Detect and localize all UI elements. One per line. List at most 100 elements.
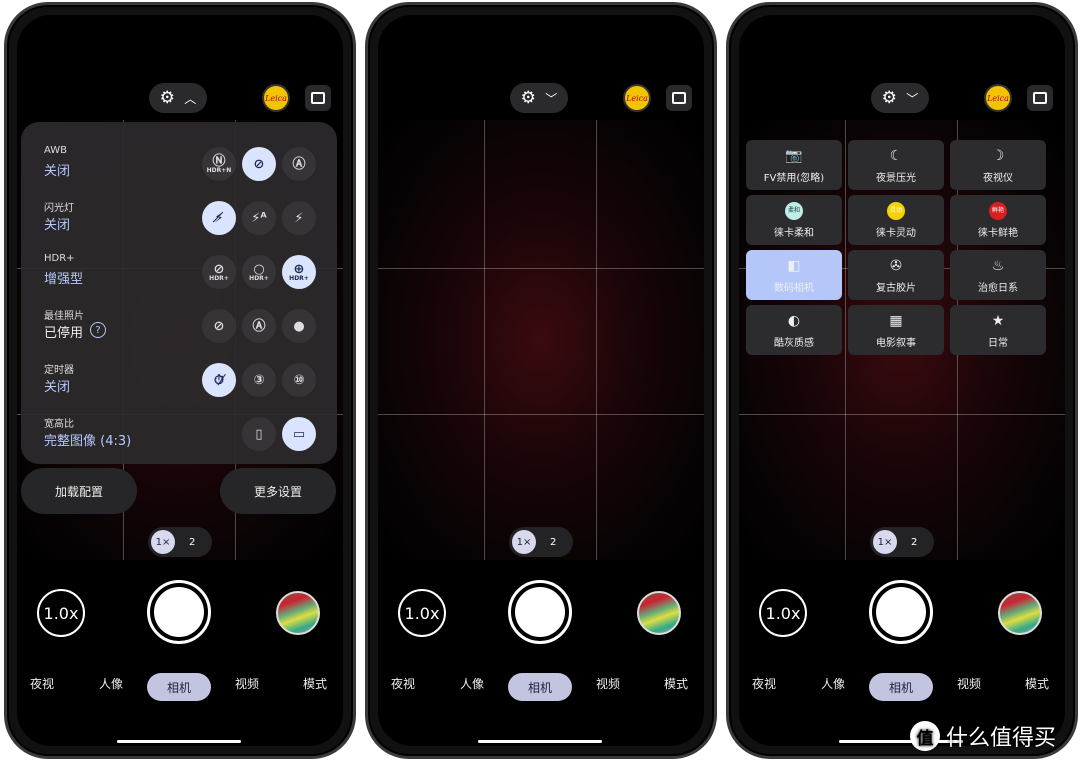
- filter-label: 酷灰质感: [774, 337, 814, 349]
- mode-0[interactable]: 夜视: [30, 675, 54, 692]
- setting-option-3-2[interactable]: ●: [282, 309, 316, 343]
- setting-option-4-2[interactable]: ⑩: [282, 363, 316, 397]
- leica-logo-button[interactable]: Leica: [623, 84, 651, 112]
- mode-3[interactable]: 视频: [957, 675, 981, 692]
- aspect-toggle-icon: [1033, 92, 1047, 104]
- setting-value: 完整图像 (4:3): [44, 434, 132, 449]
- home-indicator[interactable]: [478, 740, 602, 743]
- load-config-button[interactable]: 加载配置: [21, 468, 137, 514]
- mode-0[interactable]: 夜视: [752, 675, 776, 692]
- zoom-2x-button[interactable]: 2: [911, 537, 917, 548]
- shutter-icon: [515, 587, 565, 637]
- settings-toggle-button[interactable]: ⚙ ︿: [149, 83, 207, 113]
- half-circle-icon: ◐: [787, 312, 801, 329]
- filter-tile[interactable]: 灵动 徕卡灵动: [848, 195, 944, 245]
- filter-tile[interactable]: ▦ 电影叙事: [848, 305, 944, 355]
- zoom-level-button[interactable]: 1.0x: [37, 589, 85, 637]
- filter-tile[interactable]: 鲜艳 徕卡鲜艳: [950, 195, 1046, 245]
- zoom-level-button[interactable]: 1.0x: [759, 589, 807, 637]
- setting-option-2-1[interactable]: ○ HDR+: [242, 255, 276, 289]
- setting-option-2-2[interactable]: ⊕ HDR+: [282, 255, 316, 289]
- help-icon[interactable]: ?: [90, 322, 106, 338]
- more-settings-button[interactable]: 更多设置: [220, 468, 336, 514]
- filter-label: 治愈日系: [978, 282, 1018, 294]
- filter-tile[interactable]: ✇ 复古胶片: [848, 250, 944, 300]
- setting-option-3-0[interactable]: ⊘: [202, 309, 236, 343]
- settings-toggle-button[interactable]: ⚙ ﹀: [871, 83, 929, 113]
- setting-option-icon: ⊘: [213, 318, 225, 334]
- shutter-button[interactable]: [147, 580, 211, 644]
- setting-option-4-1[interactable]: ③: [242, 363, 276, 397]
- zoom-1x-button[interactable]: 1×: [873, 530, 897, 554]
- leica-logo-button[interactable]: Leica: [262, 84, 290, 112]
- setting-option-1-0[interactable]: ⚡̸: [202, 201, 236, 235]
- setting-option-1-1[interactable]: ⚡ᴬ: [242, 201, 276, 235]
- setting-value: 关闭: [44, 164, 71, 179]
- leica-soft-icon: 柔和: [785, 201, 803, 220]
- film-strip-icon: ▦: [889, 312, 903, 329]
- aspect-toggle-button[interactable]: [305, 85, 331, 111]
- zoom-2x-button[interactable]: 2: [550, 537, 556, 548]
- setting-option-icon: ○: [253, 261, 265, 277]
- filter-tile[interactable]: ★ 日常: [950, 305, 1046, 355]
- mode-2[interactable]: 相机: [869, 673, 933, 701]
- zoom-selector[interactable]: 1× 2: [148, 527, 212, 557]
- shutter-button[interactable]: [508, 580, 572, 644]
- setting-option-5-0[interactable]: ▯: [242, 417, 276, 451]
- mode-4[interactable]: 模式: [303, 675, 327, 692]
- mode-2[interactable]: 相机: [147, 673, 211, 701]
- zoom-selector[interactable]: 1× 2: [509, 527, 573, 557]
- setting-option-2-0[interactable]: ⊘ HDR+: [202, 255, 236, 289]
- settings-toggle-button[interactable]: ⚙ ﹀: [510, 83, 568, 113]
- filter-tile[interactable]: ◐ 酷灰质感: [746, 305, 842, 355]
- setting-option-0-0[interactable]: Ⓝ HDR+N: [202, 147, 236, 181]
- setting-option-0-1[interactable]: ⊘: [242, 147, 276, 181]
- mode-3[interactable]: 视频: [596, 675, 620, 692]
- zoom-selector[interactable]: 1× 2: [870, 527, 934, 557]
- filter-tile[interactable]: ☾ 夜景压光: [848, 140, 944, 190]
- viewfinder[interactable]: [378, 120, 704, 560]
- chevron-down-icon: ﹀: [906, 91, 919, 106]
- setting-label: AWB: [44, 145, 68, 156]
- mode-2[interactable]: 相机: [508, 673, 572, 701]
- mode-3[interactable]: 视频: [235, 675, 259, 692]
- gallery-thumbnail[interactable]: [637, 591, 681, 635]
- filter-tile[interactable]: ♨ 治愈日系: [950, 250, 1046, 300]
- zoom-level-button[interactable]: 1.0x: [398, 589, 446, 637]
- mode-1[interactable]: 人像: [821, 675, 845, 692]
- filter-tile[interactable]: ◧ 数码相机: [746, 250, 842, 300]
- gear-icon: ⚙: [520, 88, 536, 108]
- filter-tile[interactable]: 柔和 徕卡柔和: [746, 195, 842, 245]
- filter-tile[interactable]: 📷 FV禁用(忽略): [746, 140, 842, 190]
- filter-tile[interactable]: ☽ 夜视仪: [950, 140, 1046, 190]
- setting-option-4-0[interactable]: ⏱̸: [202, 363, 236, 397]
- setting-option-0-2[interactable]: Ⓐ: [282, 147, 316, 181]
- mode-4[interactable]: 模式: [1025, 675, 1049, 692]
- film-reel-icon: ✇: [890, 257, 902, 274]
- aspect-toggle-button[interactable]: [1027, 85, 1053, 111]
- setting-option-icon: ▭: [292, 426, 306, 442]
- star-icon: ★: [991, 312, 1005, 329]
- setting-option-3-1[interactable]: Ⓐ: [242, 309, 276, 343]
- setting-option-1-2[interactable]: ⚡: [282, 201, 316, 235]
- gallery-thumbnail[interactable]: [998, 591, 1042, 635]
- mode-0[interactable]: 夜视: [391, 675, 415, 692]
- home-indicator[interactable]: [117, 740, 241, 743]
- setting-option-icon: ⊘: [213, 261, 225, 277]
- shutter-button[interactable]: [869, 580, 933, 644]
- zoom-1x-button[interactable]: 1×: [512, 530, 536, 554]
- mode-4[interactable]: 模式: [664, 675, 688, 692]
- gallery-thumbnail[interactable]: [276, 591, 320, 635]
- zoom-1x-button[interactable]: 1×: [151, 530, 175, 554]
- mode-1[interactable]: 人像: [460, 675, 484, 692]
- setting-option-icon: ⊕: [293, 261, 305, 277]
- setting-option-5-1[interactable]: ▭: [282, 417, 316, 451]
- mode-1[interactable]: 人像: [99, 675, 123, 692]
- zoom-2x-button[interactable]: 2: [189, 537, 195, 548]
- leica-logo-button[interactable]: Leica: [984, 84, 1012, 112]
- setting-option-icon: Ⓐ: [292, 156, 306, 172]
- moon-star-icon: ☽: [991, 147, 1005, 164]
- filter-label: 徕卡灵动: [876, 227, 916, 239]
- setting-option-label: HDR+: [249, 274, 269, 282]
- aspect-toggle-button[interactable]: [666, 85, 692, 111]
